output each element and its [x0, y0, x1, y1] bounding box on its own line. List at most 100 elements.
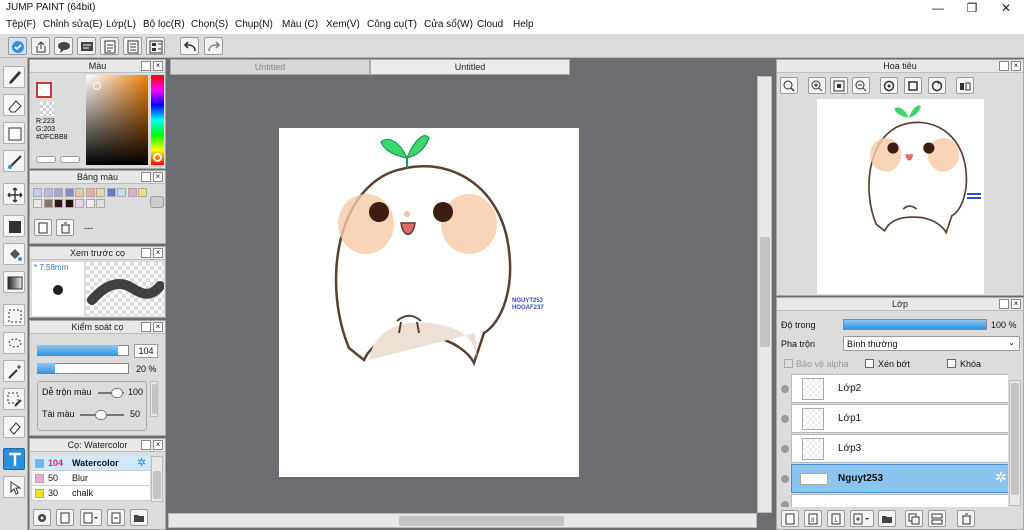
palette-swatch[interactable] — [64, 199, 74, 208]
layer-row[interactable]: Lớp1 — [791, 404, 1008, 433]
brush-new-button[interactable] — [56, 509, 74, 526]
panel-float-icon[interactable] — [999, 61, 1009, 71]
tool-line[interactable] — [3, 150, 25, 172]
tool-hand[interactable] — [3, 476, 25, 498]
check-button[interactable] — [8, 37, 27, 55]
menu-window[interactable]: Cửa sổ(W) — [424, 19, 473, 30]
tab-untitled-2[interactable]: Untitled — [370, 59, 570, 75]
hue-slider-knob[interactable] — [153, 153, 162, 162]
palette-scroll[interactable] — [150, 196, 164, 208]
tool-select-rect[interactable] — [3, 304, 25, 326]
duplicate-layer-button[interactable] — [905, 510, 923, 527]
palette-swatch[interactable] — [85, 199, 95, 208]
brush-settings-button[interactable] — [33, 509, 51, 526]
palette-swatch[interactable] — [96, 188, 105, 197]
lock-checkbox[interactable] — [947, 359, 956, 368]
menu-color[interactable]: Màu (C) — [282, 19, 318, 30]
panel-close-icon[interactable]: × — [153, 322, 163, 332]
zoom-out-button[interactable] — [852, 77, 870, 94]
document-button[interactable] — [100, 37, 119, 55]
panel-float-icon[interactable] — [999, 299, 1009, 309]
canvas-horizontal-scrollbar[interactable] — [168, 513, 757, 528]
palette-swatch[interactable] — [54, 199, 63, 208]
menu-cloud[interactable]: Cloud — [477, 19, 503, 30]
brush-control-scrollbar[interactable] — [150, 381, 158, 417]
add-layer-menu-button[interactable] — [850, 510, 874, 527]
menu-help[interactable]: Help — [513, 19, 534, 30]
tool-gradient[interactable] — [3, 271, 25, 293]
panel-close-icon[interactable]: × — [1011, 61, 1021, 71]
maximize-button[interactable]: ❐ — [955, 0, 989, 17]
palette-new-button[interactable] — [34, 219, 52, 236]
layer-row[interactable]: Lớp2 — [791, 374, 1008, 403]
foreground-color-swatch[interactable] — [36, 82, 52, 98]
brush-size-slider[interactable] — [37, 345, 129, 356]
gear-icon[interactable]: ✲ — [137, 456, 146, 470]
palette-swatch[interactable] — [117, 188, 126, 197]
actual-size-button[interactable] — [904, 77, 922, 94]
eye-icon[interactable] — [781, 445, 789, 453]
rotate-left-button[interactable] — [880, 77, 898, 94]
rotate-right-button[interactable] — [928, 77, 946, 94]
color-mode-button[interactable] — [36, 156, 56, 163]
tab-untitled-1[interactable]: Untitled — [170, 59, 370, 75]
gear-icon[interactable]: ✲ — [995, 469, 1007, 486]
brush-item-watercolor[interactable]: 104 Watercolor ✲ — [32, 456, 150, 471]
panel-close-icon[interactable]: × — [153, 440, 163, 450]
tool-lasso[interactable] — [3, 332, 25, 354]
menu-select[interactable]: Chọn(S) — [191, 19, 228, 30]
palette-delete-button[interactable] — [56, 219, 74, 236]
zoom-fit-button[interactable] — [780, 77, 798, 94]
fit-window-button[interactable] — [830, 77, 848, 94]
tool-eraser[interactable] — [3, 94, 25, 116]
menu-file[interactable]: Tệp(F) — [6, 19, 36, 30]
tool-fill-rect[interactable] — [3, 215, 25, 237]
blend-mode-select[interactable]: Bình thường ⌄ — [843, 336, 1020, 351]
palette-swatch[interactable] — [106, 188, 116, 197]
tool-select-pen[interactable] — [3, 388, 25, 410]
flip-button[interactable] — [956, 77, 974, 94]
eye-icon[interactable] — [781, 475, 789, 483]
brush-size-input[interactable]: 104 — [134, 344, 158, 358]
layer-opacity-slider[interactable] — [843, 319, 987, 330]
clip-checkbox[interactable] — [865, 359, 874, 368]
tool-bucket[interactable] — [3, 243, 25, 265]
brush-item-chalk[interactable]: 30 chalk — [32, 486, 150, 501]
eye-icon[interactable] — [781, 415, 789, 423]
page-button[interactable] — [123, 37, 142, 55]
menu-tools[interactable]: Công cụ(T) — [367, 19, 417, 30]
layer-row[interactable]: Lớp3 — [791, 434, 1008, 463]
color-swap-button[interactable] — [60, 156, 80, 163]
canvas-vertical-scrollbar[interactable] — [757, 76, 772, 513]
layer-row[interactable] — [791, 494, 1008, 507]
tool-text[interactable] — [3, 448, 25, 470]
mix-slider-knob[interactable] — [111, 388, 123, 398]
layout-button[interactable] — [146, 37, 165, 55]
undo-button[interactable] — [180, 37, 199, 55]
tool-rectangle[interactable] — [3, 122, 25, 144]
panel-float-icon[interactable] — [141, 172, 151, 182]
palette-swatch[interactable] — [127, 188, 137, 197]
amount-slider-knob[interactable] — [95, 410, 107, 420]
panel-float-icon[interactable] — [141, 440, 151, 450]
tool-brush[interactable] — [3, 66, 25, 88]
palette-swatch[interactable] — [43, 199, 53, 208]
navigator-preview[interactable] — [817, 99, 984, 294]
menu-view[interactable]: Xem(V) — [326, 19, 360, 30]
menu-filter[interactable]: Bộ lọc(R) — [143, 19, 185, 30]
palette-swatch[interactable] — [75, 199, 84, 208]
merge-down-button[interactable] — [928, 510, 946, 527]
menu-edit[interactable]: Chỉnh sửa(E) — [43, 19, 103, 30]
redo-button[interactable] — [204, 37, 223, 55]
tool-select-eraser[interactable] — [3, 416, 25, 438]
layer-row-selected[interactable]: Nguyt253 ✲ — [791, 464, 1008, 493]
palette-swatch[interactable] — [96, 199, 105, 208]
hue-slider[interactable] — [151, 75, 164, 165]
palette-swatch[interactable] — [75, 188, 84, 197]
minimize-button[interactable]: — — [921, 0, 955, 17]
message-button[interactable] — [77, 37, 96, 55]
panel-close-icon[interactable]: × — [1011, 299, 1021, 309]
eye-icon[interactable] — [781, 501, 789, 507]
new-layer-8bit-button[interactable]: 8 — [804, 510, 822, 527]
brush-import-button[interactable] — [107, 509, 125, 526]
